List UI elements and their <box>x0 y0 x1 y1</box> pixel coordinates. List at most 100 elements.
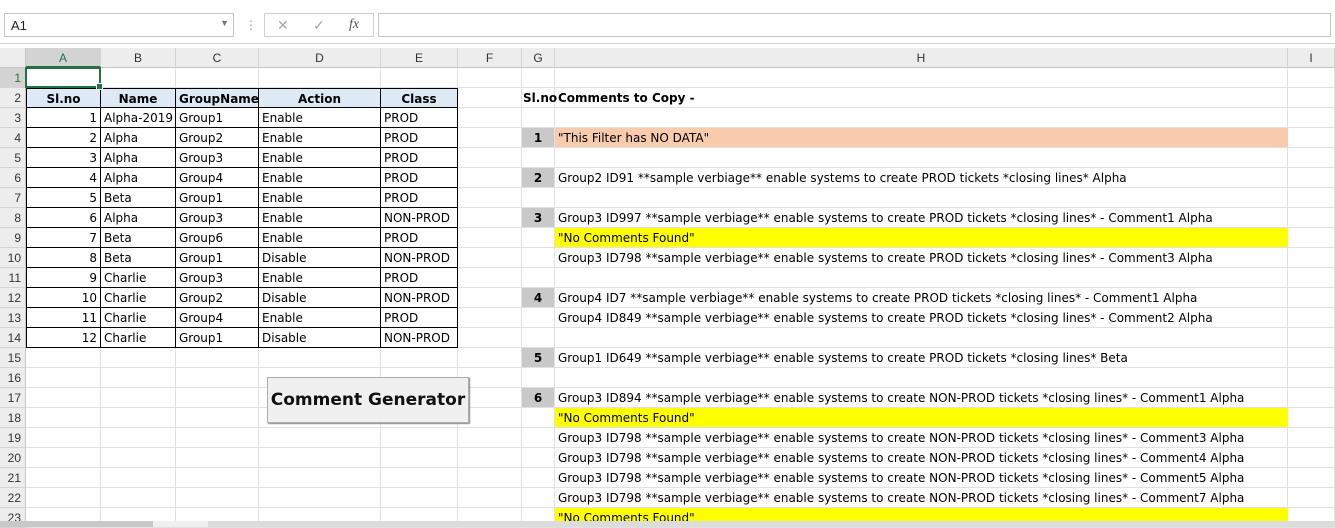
enter-icon[interactable]: ✓ <box>313 17 325 34</box>
table-cell[interactable]: Disable <box>259 328 381 348</box>
grid-cell[interactable] <box>522 228 555 248</box>
grid-cell[interactable] <box>101 448 176 468</box>
table-cell[interactable]: 6 <box>26 208 101 228</box>
table-cell[interactable]: 2 <box>26 128 101 148</box>
grid-cell[interactable] <box>458 348 522 368</box>
comment-text[interactable]: Group3 ID798 **sample verbiage** enable … <box>555 448 1288 468</box>
grid-cell[interactable] <box>101 388 176 408</box>
grid-cell[interactable] <box>458 128 522 148</box>
comment-text[interactable]: Group3 ID798 **sample verbiage** enable … <box>555 468 1288 488</box>
grid-cell[interactable] <box>176 488 259 508</box>
grid-cell[interactable] <box>522 408 555 428</box>
grid-cell[interactable] <box>259 348 381 368</box>
grid-cell[interactable] <box>522 108 555 128</box>
grid-cell[interactable] <box>522 488 555 508</box>
table-cell[interactable]: Charlie <box>101 268 176 288</box>
grid-cell[interactable] <box>381 428 458 448</box>
grid-cell[interactable] <box>555 148 1288 168</box>
sheet-tabs-area[interactable] <box>0 521 153 527</box>
table-cell[interactable]: Charlie <box>101 288 176 308</box>
comment-text[interactable]: Group3 ID798 **sample verbiage** enable … <box>555 428 1288 448</box>
grid-cell[interactable] <box>522 468 555 488</box>
grid-cell[interactable] <box>26 428 101 448</box>
column-header-e[interactable]: E <box>381 48 458 68</box>
table-cell[interactable]: 8 <box>26 248 101 268</box>
table-cell[interactable]: Alpha <box>101 128 176 148</box>
comment-text[interactable]: "No Comments Found" <box>555 228 1288 248</box>
comment-text[interactable]: Group1 ID649 **sample verbiage** enable … <box>555 348 1288 368</box>
select-all-corner[interactable] <box>0 48 26 68</box>
grid-cell[interactable] <box>1288 408 1335 428</box>
grid-cell[interactable] <box>101 368 176 388</box>
horizontal-scrollbar[interactable] <box>0 521 1335 527</box>
grid-cell[interactable] <box>26 448 101 468</box>
table-cell[interactable]: Beta <box>101 228 176 248</box>
grid-cell[interactable] <box>458 148 522 168</box>
row-header-9[interactable]: 9 <box>0 228 26 248</box>
table-cell[interactable]: 3 <box>26 148 101 168</box>
row-header-3[interactable]: 3 <box>0 108 26 128</box>
table-cell[interactable]: PROD <box>381 108 458 128</box>
table-cell[interactable]: 5 <box>26 188 101 208</box>
row-header-15[interactable]: 15 <box>0 348 26 368</box>
table-cell[interactable]: PROD <box>381 188 458 208</box>
grid-cell[interactable] <box>381 488 458 508</box>
grid-cell[interactable] <box>381 448 458 468</box>
column-header-d[interactable]: D <box>259 48 381 68</box>
table-cell[interactable]: Enable <box>259 148 381 168</box>
grid-cell[interactable] <box>1288 448 1335 468</box>
name-box[interactable]: A1 ▼ <box>4 13 234 37</box>
column-header-h[interactable]: H <box>555 48 1288 68</box>
grid-cell[interactable] <box>381 348 458 368</box>
scroll-thumb[interactable] <box>208 521 1335 527</box>
table-cell[interactable]: Disable <box>259 248 381 268</box>
grid-cell[interactable] <box>458 248 522 268</box>
table-cell[interactable]: Group1 <box>176 248 259 268</box>
table-cell[interactable]: Alpha-2019 <box>101 108 176 128</box>
grid-cell[interactable] <box>522 68 555 88</box>
grid-cell[interactable] <box>101 348 176 368</box>
row-header-19[interactable]: 19 <box>0 428 26 448</box>
table-cell[interactable]: NON-PROD <box>381 328 458 348</box>
grid-cell[interactable] <box>26 488 101 508</box>
grid-cell[interactable] <box>259 448 381 468</box>
grid-cell[interactable] <box>1288 268 1335 288</box>
comment-text[interactable]: Group3 ID798 **sample verbiage** enable … <box>555 488 1288 508</box>
table-cell[interactable]: Charlie <box>101 328 176 348</box>
comment-text[interactable]: Group3 ID997 **sample verbiage** enable … <box>555 208 1288 228</box>
row-header-11[interactable]: 11 <box>0 268 26 288</box>
grid-cell[interactable] <box>1288 88 1335 108</box>
grid-cell[interactable] <box>458 168 522 188</box>
table-cell[interactable]: Enable <box>259 268 381 288</box>
table-cell[interactable]: Group3 <box>176 148 259 168</box>
grid-cell[interactable] <box>522 268 555 288</box>
grid-cell[interactable] <box>522 308 555 328</box>
table-cell[interactable]: Alpha <box>101 208 176 228</box>
grid-cell[interactable] <box>458 308 522 328</box>
chevron-down-icon[interactable]: ▼ <box>220 18 229 28</box>
grid-cell[interactable] <box>522 428 555 448</box>
comment-text[interactable]: Group3 ID894 **sample verbiage** enable … <box>555 388 1288 408</box>
grid-cell[interactable] <box>176 388 259 408</box>
table-cell[interactable]: Enable <box>259 188 381 208</box>
row-header-18[interactable]: 18 <box>0 408 26 428</box>
grid-cell[interactable] <box>176 348 259 368</box>
grid-cell[interactable] <box>555 108 1288 128</box>
comment-text[interactable]: "This Filter has NO DATA" <box>555 128 1288 148</box>
grid-cell[interactable] <box>522 148 555 168</box>
table-cell[interactable]: NON-PROD <box>381 288 458 308</box>
row-header-13[interactable]: 13 <box>0 308 26 328</box>
grid-cell[interactable] <box>522 248 555 268</box>
table-cell[interactable]: Enable <box>259 308 381 328</box>
table-cell[interactable]: Group6 <box>176 228 259 248</box>
table-cell[interactable]: 4 <box>26 168 101 188</box>
table-cell[interactable]: Group3 <box>176 208 259 228</box>
grid-cell[interactable] <box>458 228 522 248</box>
row-header-2[interactable]: 2 <box>0 88 26 108</box>
grid-cell[interactable] <box>26 348 101 368</box>
grid-cell[interactable] <box>1288 328 1335 348</box>
grid-cell[interactable] <box>381 68 458 88</box>
table-cell[interactable]: PROD <box>381 148 458 168</box>
grid-cell[interactable] <box>522 328 555 348</box>
grid-cell[interactable] <box>458 188 522 208</box>
